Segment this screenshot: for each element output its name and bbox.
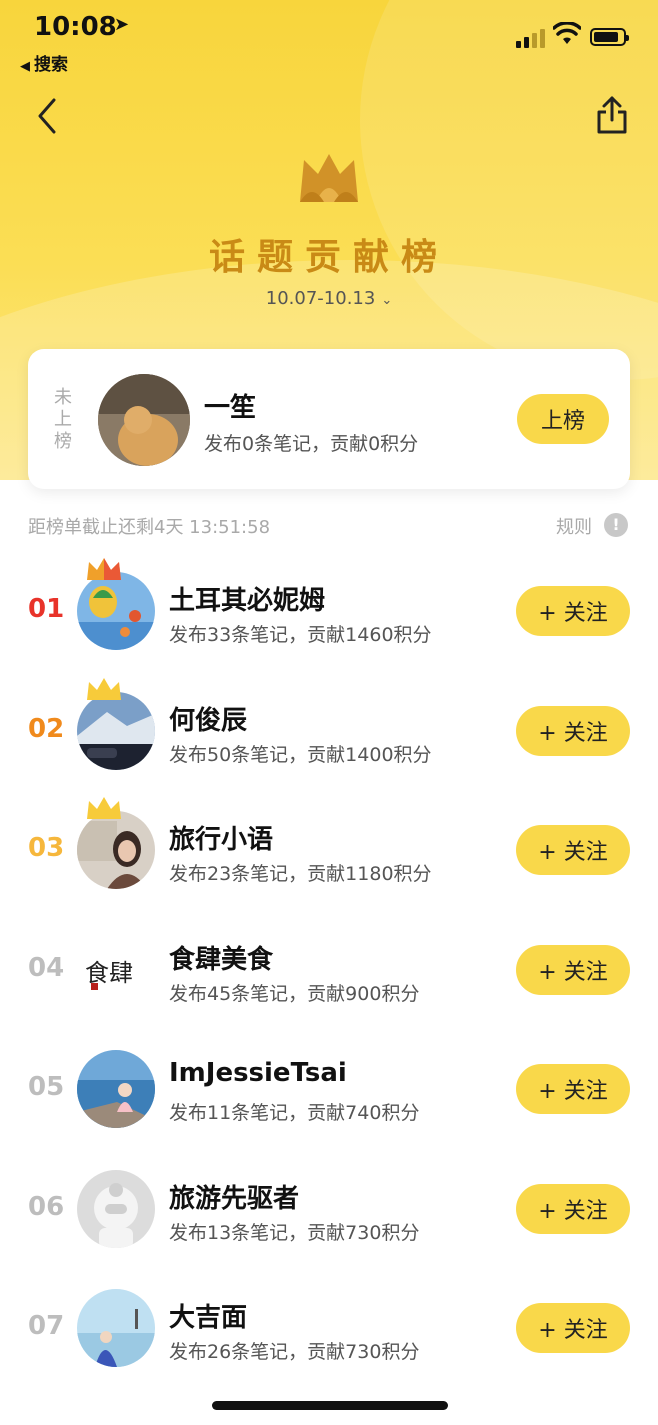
follow-button[interactable]: + 关注 bbox=[516, 944, 630, 995]
rank-number: 05 bbox=[28, 1072, 65, 1102]
rank-number: 04 bbox=[28, 952, 65, 983]
ranking-row[interactable]: 02 何俊辰发布50条笔记，贡献1400积分 + 关注 bbox=[0, 676, 658, 795]
share-icon[interactable] bbox=[594, 94, 630, 136]
svg-text:食肆: 食肆 bbox=[85, 959, 133, 987]
avatar[interactable] bbox=[77, 691, 155, 770]
back-to-app-link[interactable]: ◀ 搜索 bbox=[20, 50, 68, 75]
user-name: 大吉面 bbox=[169, 1303, 248, 1333]
status-bar: 10:08 ➤ ◀ 搜索 bbox=[0, 0, 658, 80]
follow-button[interactable]: + 关注 bbox=[516, 1183, 630, 1234]
my-stats: 发布0条笔记，贡献0积分 bbox=[204, 433, 419, 455]
user-name: 旅行小语 bbox=[169, 825, 274, 855]
rank-number: 07 bbox=[28, 1311, 65, 1341]
battery-icon bbox=[590, 28, 629, 46]
user-stats: 发布50条笔记，贡献1400积分 bbox=[169, 743, 432, 766]
ranking-row[interactable]: 07 大吉面发布26条笔记，贡献730积分 + 关注 bbox=[0, 1273, 658, 1392]
follow-button[interactable]: + 关注 bbox=[516, 1303, 630, 1353]
user-name: ImJessieTsai bbox=[169, 1058, 347, 1088]
status-time: 10:08 bbox=[34, 12, 117, 42]
rules-link[interactable]: 规则 bbox=[556, 513, 592, 539]
avatar[interactable] bbox=[77, 1169, 155, 1248]
back-chevron-icon[interactable] bbox=[32, 96, 62, 136]
home-indicator bbox=[212, 1401, 448, 1410]
avatar[interactable] bbox=[77, 572, 155, 650]
avatar[interactable] bbox=[98, 374, 190, 466]
period-label: 10.07-10.13 bbox=[265, 288, 376, 309]
user-stats: 发布26条笔记，贡献730积分 bbox=[169, 1341, 420, 1363]
crown-icon bbox=[87, 558, 121, 580]
avatar[interactable] bbox=[77, 811, 155, 889]
user-stats: 发布33条笔记，贡献1460积分 bbox=[169, 624, 432, 646]
my-name: 一笙 bbox=[204, 393, 257, 423]
get-ranked-button[interactable]: 上榜 bbox=[517, 394, 609, 444]
rank-number: 06 bbox=[28, 1191, 65, 1222]
back-app-label: 搜索 bbox=[34, 55, 68, 75]
rank-number: 02 bbox=[28, 713, 65, 744]
follow-button[interactable]: + 关注 bbox=[516, 586, 630, 636]
follow-button[interactable]: + 关注 bbox=[516, 825, 630, 875]
my-rank-card: 未上榜 一笙 发布0条笔记，贡献0积分 上榜 bbox=[28, 349, 630, 489]
user-stats: 发布23条笔记，贡献1180积分 bbox=[169, 863, 432, 885]
info-icon[interactable]: ! bbox=[604, 513, 628, 537]
back-triangle-icon: ◀ bbox=[20, 59, 30, 74]
signal-icon bbox=[516, 26, 546, 48]
period-selector[interactable]: 10.07-10.13 ⌄ bbox=[0, 288, 658, 309]
rank-number: 01 bbox=[28, 594, 65, 624]
user-stats: 发布11条笔记，贡献740积分 bbox=[169, 1102, 420, 1124]
follow-button[interactable]: + 关注 bbox=[516, 1064, 630, 1114]
avatar[interactable]: 食肆 bbox=[77, 930, 155, 1009]
ranking-row[interactable]: 04 食肆 食肆美食发布45条笔记，贡献900积分 + 关注 bbox=[0, 915, 658, 1034]
user-name: 何俊辰 bbox=[169, 705, 248, 736]
wifi-icon bbox=[553, 22, 581, 44]
deadline-countdown: 距榜单截止还剩4天 13:51:58 bbox=[28, 517, 271, 538]
crown-icon bbox=[87, 677, 121, 700]
follow-button[interactable]: + 关注 bbox=[516, 705, 630, 756]
user-name: 旅游先驱者 bbox=[169, 1183, 300, 1214]
ranking-row[interactable]: 01 土耳其必妮姆发布33条笔记，贡献1460积分 + 关注 bbox=[0, 556, 658, 675]
ranking-row[interactable]: 03 旅行小语发布23条笔记，贡献1180积分 + 关注 bbox=[0, 795, 658, 914]
my-rank-label: 未上榜 bbox=[54, 387, 72, 452]
crown-icon bbox=[87, 797, 121, 819]
location-arrow-icon: ➤ bbox=[114, 14, 130, 35]
user-stats: 发布45条笔记，贡献900积分 bbox=[169, 982, 420, 1005]
user-stats: 发布13条笔记，贡献730积分 bbox=[169, 1221, 420, 1244]
ranking-row[interactable]: 06 旅游先驱者发布13条笔记，贡献730积分 + 关注 bbox=[0, 1154, 658, 1273]
user-name: 土耳其必妮姆 bbox=[169, 586, 326, 616]
chevron-down-icon: ⌄ bbox=[381, 293, 393, 308]
page-title: 话题贡献榜 bbox=[208, 237, 449, 278]
avatar[interactable] bbox=[77, 1289, 155, 1367]
rank-number: 03 bbox=[28, 833, 65, 863]
avatar[interactable] bbox=[77, 1050, 155, 1128]
user-name: 食肆美食 bbox=[169, 944, 274, 975]
ranking-row[interactable]: 05 ImJessieTsai 发布11条笔记，贡献740积分 + 关注 bbox=[0, 1034, 658, 1153]
crown-icon bbox=[300, 154, 358, 202]
